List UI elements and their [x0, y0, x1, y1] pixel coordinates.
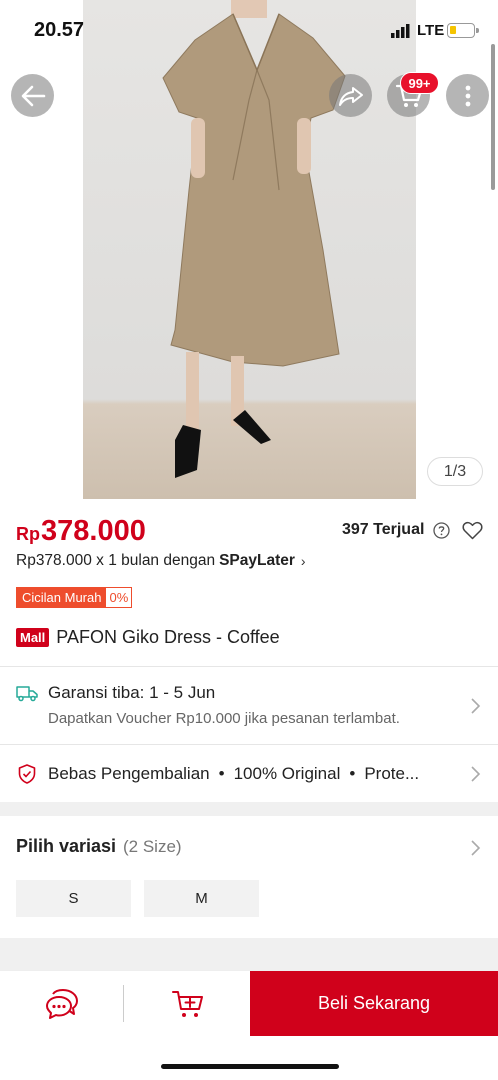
separator-dot: •	[218, 764, 225, 783]
separator-dot: •	[349, 764, 356, 783]
chat-button[interactable]	[0, 971, 124, 1036]
paylater-brand: SPayLater	[219, 552, 295, 569]
more-vertical-icon	[465, 85, 470, 106]
paylater-text: Rp378.000 x 1 bulan dengan	[16, 552, 216, 569]
product-price: Rp 378.000	[16, 515, 146, 548]
chevron-right-icon[interactable]	[469, 839, 481, 857]
divider	[0, 666, 498, 667]
product-title-row: Mall PAFON Giko Dress - Coffee	[16, 627, 280, 648]
signal-icon	[391, 24, 410, 38]
guarantee-protection: Prote...	[364, 764, 420, 783]
guarantee-row[interactable]: Bebas Pengembalian • 100% Original • Prote..…	[48, 764, 463, 784]
guarantee-return: Bebas Pengembalian	[48, 764, 210, 783]
section-gap	[0, 938, 498, 970]
chat-icon	[46, 988, 78, 1019]
section-gap	[0, 802, 498, 816]
help-circle-icon[interactable]	[433, 522, 450, 539]
shipping-title[interactable]: Garansi tiba: 1 - 5 Jun	[48, 683, 215, 703]
add-to-cart-button[interactable]	[125, 971, 250, 1036]
share-button[interactable]	[329, 74, 372, 117]
status-time: 20.57	[34, 19, 85, 41]
divider	[123, 985, 124, 1022]
paylater-info[interactable]: Rp378.000 x 1 bulan dengan SPayLater ›	[16, 552, 306, 570]
chevron-right-icon: ›	[300, 553, 306, 569]
cicilan-label: Cicilan Murah	[17, 588, 107, 607]
price-currency: Rp	[16, 524, 40, 544]
product-title: PAFON Giko Dress - Coffee	[56, 627, 280, 647]
heart-icon[interactable]	[462, 521, 483, 540]
back-button[interactable]	[11, 74, 54, 117]
scroll-indicator	[491, 44, 495, 190]
cart-plus-icon	[171, 990, 203, 1017]
mall-badge: Mall	[16, 628, 50, 647]
buy-now-button[interactable]: Beli Sekarang	[250, 971, 498, 1036]
arrow-left-icon	[21, 85, 45, 106]
sold-count: 397 Terjual	[342, 521, 425, 538]
chevron-right-icon[interactable]	[469, 697, 481, 715]
cicilan-rate: 0%	[109, 590, 129, 605]
truck-icon	[16, 686, 38, 702]
image-counter: 1/3	[427, 457, 483, 486]
status-bar: 20.57 LTE	[0, 0, 498, 60]
divider	[0, 744, 498, 745]
variation-count: (2 Size)	[123, 837, 182, 856]
guarantee-original: 100% Original	[233, 764, 341, 783]
shield-check-icon	[18, 764, 36, 784]
share-icon	[338, 86, 363, 106]
chevron-right-icon[interactable]	[469, 765, 481, 783]
more-options-button[interactable]	[446, 74, 489, 117]
cart-count-badge: 99+	[400, 72, 439, 94]
home-indicator	[161, 1064, 339, 1069]
price-amount: 378.000	[41, 515, 146, 547]
battery-icon	[447, 23, 479, 38]
variation-title[interactable]: Pilih variasi	[16, 836, 116, 857]
size-option-s[interactable]: S	[16, 880, 131, 917]
shipping-subtitle: Dapatkan Voucher Rp10.000 jika pesanan t…	[48, 710, 400, 727]
cicilan-badge: Cicilan Murah 0%	[16, 587, 133, 608]
product-page: 20.57 LTE 99+ 1/3 Rp 378.000 397 Terjual…	[0, 0, 498, 1080]
bottom-action-bar: Beli Sekarang	[0, 970, 498, 1036]
product-photo	[83, 0, 416, 499]
size-option-m[interactable]: M	[144, 880, 259, 917]
network-label: LTE	[417, 22, 445, 39]
